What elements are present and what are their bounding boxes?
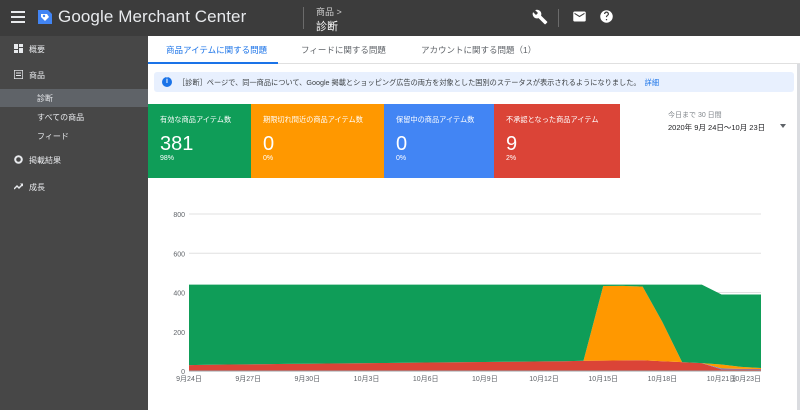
y-tick-label: 400 — [173, 291, 185, 298]
page-title: 診断 — [316, 21, 338, 33]
x-tick-label: 10月12日 — [529, 375, 559, 383]
card-value: 9 — [506, 133, 518, 155]
info-banner-message: ［診断］ページで、同一商品について、Google 掲載とショッピング広告の両方を… — [178, 78, 641, 87]
x-tick-label: 10月6日 — [413, 375, 439, 383]
card-title: 有効な商品アイテム数 — [160, 115, 232, 124]
x-tick-label: 9月27日 — [235, 375, 261, 383]
card-percent: 0% — [396, 155, 407, 162]
list-icon — [14, 70, 23, 79]
sidebar-item-growth[interactable]: 成長 — [0, 176, 148, 198]
info-icon: i — [162, 77, 172, 87]
x-tick-label: 10月23日 — [731, 375, 761, 383]
card-pending-items[interactable]: 保留中の商品アイテム数 0 0% — [384, 104, 494, 178]
date-range-caption: 今日まで 30 日間 — [668, 112, 722, 119]
donut-icon — [14, 155, 23, 164]
card-value: 0 — [396, 133, 408, 155]
breadcrumb-parent[interactable]: 商品 > — [316, 5, 342, 18]
card-percent: 0% — [263, 155, 274, 162]
header-divider — [303, 7, 304, 29]
card-disapproved-items[interactable]: 不承認となった商品アイテム 9 2% — [494, 104, 620, 178]
card-percent: 2% — [506, 155, 517, 162]
menu-icon[interactable] — [11, 11, 25, 23]
card-title: 不承認となった商品アイテム — [506, 115, 599, 124]
sidebar-item-label: フィード — [37, 132, 69, 141]
sidebar: 概要 商品 診断 すべての商品 フィード 掲載結果 成長 — [0, 36, 148, 410]
x-tick-label: 9月24日 — [176, 375, 202, 383]
tab-bar: 商品アイテムに関する問題 フィードに関する問題 アカウントに関する問題（1） — [148, 36, 800, 64]
sidebar-item-label: 診断 — [37, 94, 53, 103]
card-value: 381 — [160, 133, 194, 155]
y-tick-label: 0 — [181, 369, 185, 376]
main-content: 商品アイテムに関する問題 フィードに関する問題 アカウントに関する問題（1） i… — [148, 36, 800, 410]
info-banner-text: ［診断］ページで、同一商品について、Google 掲載とショッピング広告の両方を… — [178, 78, 659, 88]
toolbar-divider — [558, 9, 559, 27]
tab-feed-issues[interactable]: フィードに関する問題 — [301, 44, 386, 56]
active-tab-indicator — [148, 62, 278, 64]
wrench-icon[interactable] — [532, 9, 548, 25]
sidebar-item-label: すべての商品 — [37, 113, 85, 122]
x-tick-label: 10月9日 — [472, 375, 498, 383]
help-icon[interactable] — [599, 9, 614, 24]
tab-account-issues[interactable]: アカウントに関する問題（1） — [421, 44, 536, 56]
y-tick-label: 200 — [173, 330, 185, 337]
sidebar-item-label: 成長 — [29, 183, 45, 192]
x-tick-label: 10月3日 — [354, 375, 380, 383]
items-status-chart: 0 200 400 600 800 9月24日 9月27日 9月30日 10月3日 10月6日 10… — [173, 212, 761, 383]
card-title: 保留中の商品アイテム数 — [396, 115, 475, 124]
y-tick-label: 600 — [173, 251, 185, 258]
x-tick-label: 9月30日 — [295, 375, 321, 383]
card-percent: 98% — [160, 155, 175, 162]
card-value: 0 — [263, 133, 275, 155]
x-tick-label: 10月18日 — [648, 375, 678, 383]
top-app-bar: Google Merchant Center 商品 > 診断 — [0, 0, 800, 36]
sidebar-item-label: 商品 — [29, 71, 45, 80]
card-title: 期限切れ間近の商品アイテム数 — [263, 115, 363, 124]
sidebar-item-all-products[interactable]: すべての商品 — [0, 108, 148, 126]
info-banner: i ［診断］ページで、同一商品について、Google 掲載とショッピング広告の両… — [154, 72, 794, 92]
x-tick-label: 10月15日 — [588, 375, 618, 383]
dashboard-icon — [14, 44, 23, 53]
sidebar-item-feeds[interactable]: フィード — [0, 127, 148, 145]
sidebar-item-label: 掲載結果 — [29, 156, 61, 165]
chevron-down-icon[interactable] — [780, 124, 786, 128]
sidebar-item-performance[interactable]: 掲載結果 — [0, 149, 148, 171]
card-active-items[interactable]: 有効な商品アイテム数 381 98% — [148, 104, 251, 178]
learn-more-link[interactable]: 詳細 — [645, 78, 659, 87]
mail-icon[interactable] — [572, 9, 587, 24]
app-name[interactable]: Google Merchant Center — [58, 7, 246, 27]
sidebar-item-label: 概要 — [29, 45, 45, 54]
merchant-center-logo-icon — [38, 10, 52, 24]
trending-up-icon — [14, 183, 23, 190]
tab-item-issues[interactable]: 商品アイテムに関する問題 — [166, 44, 267, 56]
sidebar-item-products[interactable]: 商品 — [0, 64, 148, 86]
card-expiring-items[interactable]: 期限切れ間近の商品アイテム数 0 0% — [251, 104, 384, 178]
y-tick-label: 800 — [173, 212, 185, 219]
sidebar-item-diagnostics[interactable]: 診断 — [0, 89, 148, 107]
sidebar-item-overview[interactable]: 概要 — [0, 38, 148, 60]
date-range-selector[interactable]: 2020年 9月 24日〜10月 23日 — [668, 122, 765, 133]
